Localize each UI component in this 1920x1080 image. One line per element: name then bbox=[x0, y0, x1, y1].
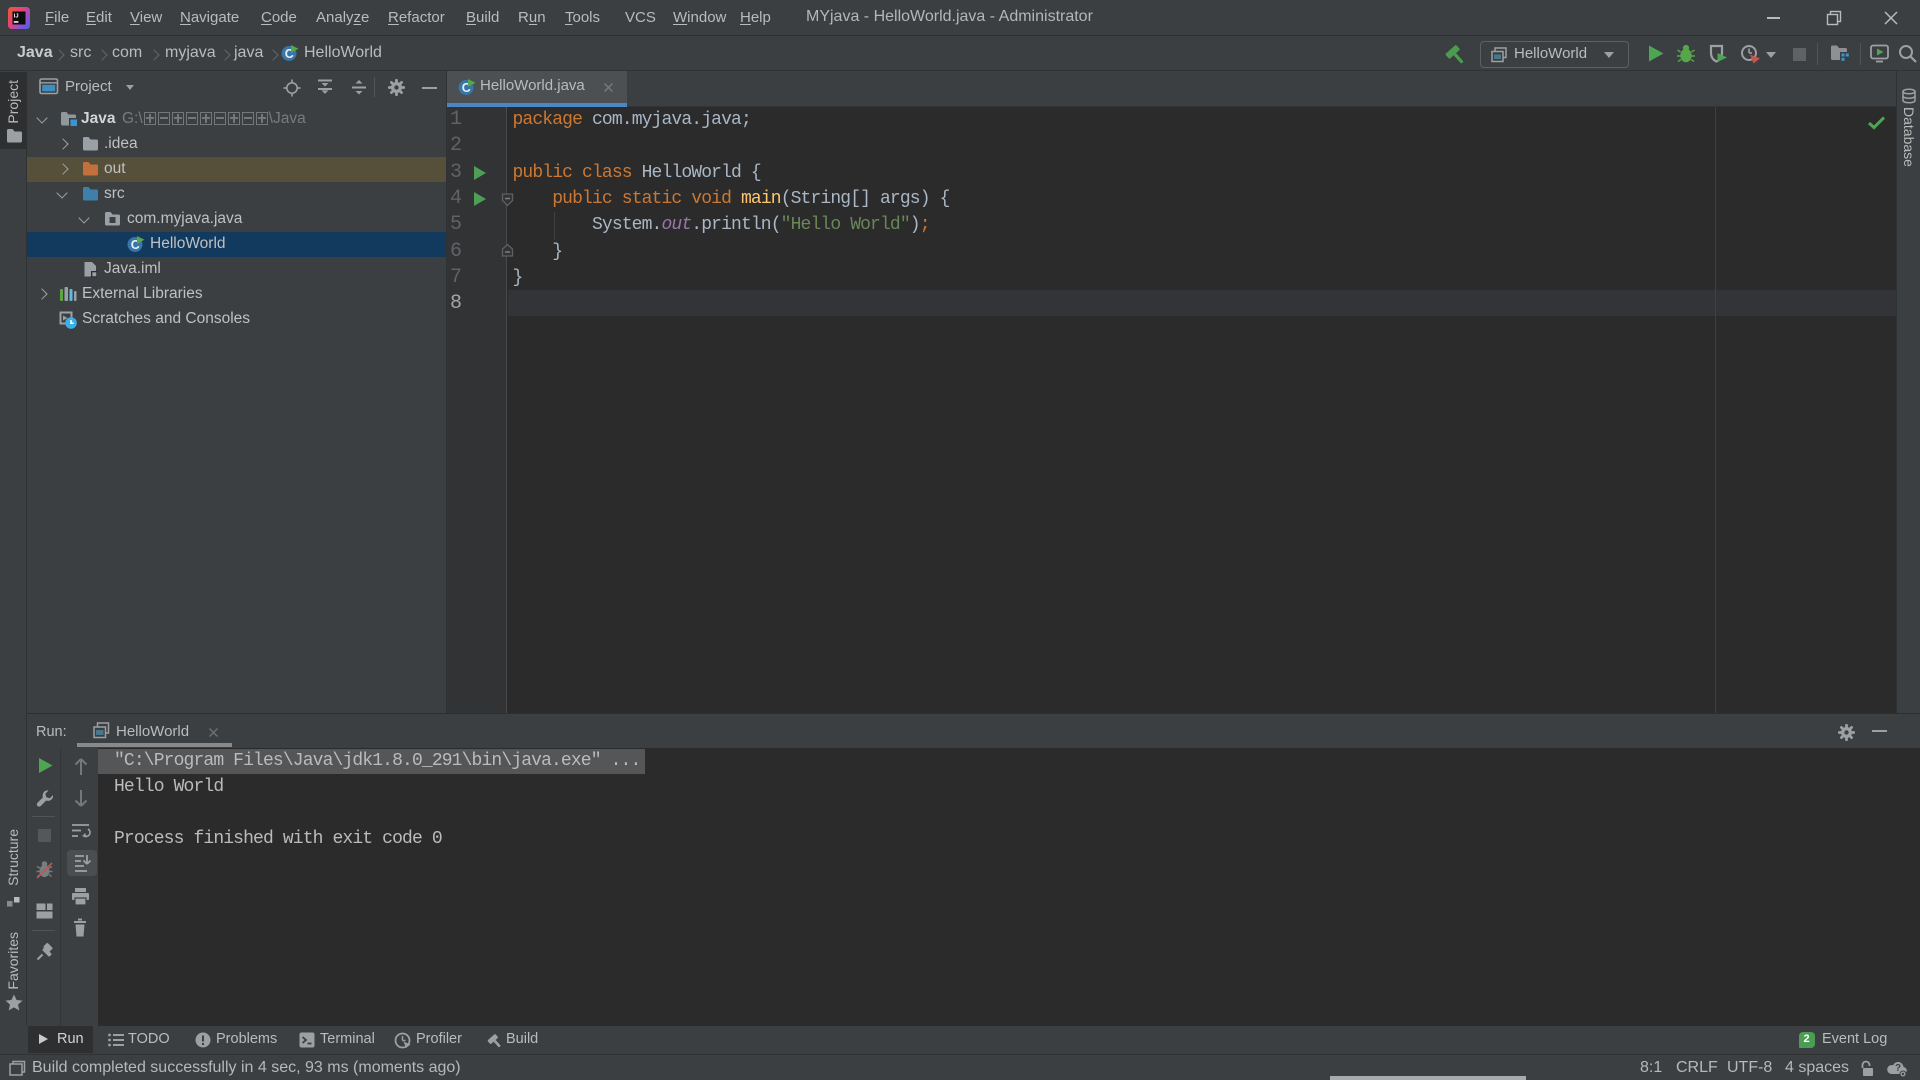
svg-text:IJ: IJ bbox=[14, 14, 19, 20]
